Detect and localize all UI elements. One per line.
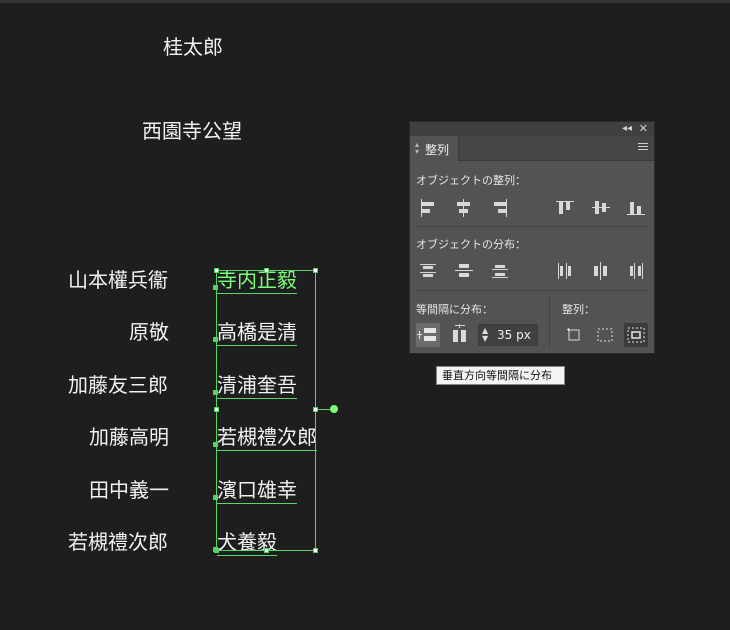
left-name-4[interactable]: 加藤高明 [89,425,169,449]
distribute-bottom-icon[interactable] [488,259,512,283]
left-name-5[interactable]: 田中義一 [89,478,169,502]
resize-handle-bottom[interactable] [264,548,269,553]
anchor-point[interactable] [213,442,218,447]
spacing-stepper[interactable]: ▲ ▼ [478,324,538,346]
text-saionji[interactable]: 西園寺公望 [142,119,242,143]
tab-align[interactable]: ▴ ▾ 整列 [410,136,459,161]
panel-header[interactable]: ◂◂ ✕ [410,122,654,136]
rotation-handle[interactable] [330,405,338,413]
left-name-6[interactable]: 若槻禮次郎 [68,530,168,554]
anchor-point[interactable] [213,547,218,552]
panel-divider [416,290,648,291]
resize-handle-bottom-right[interactable] [313,548,318,553]
distribute-left-icon[interactable] [553,259,577,283]
align-top-icon[interactable] [553,196,577,220]
spacing-input[interactable] [497,326,535,344]
distribute-vertical-center-icon[interactable] [452,259,476,283]
resize-handle-top-left[interactable] [214,268,219,273]
selection-bounding-box[interactable] [216,270,316,551]
align-bottom-icon[interactable] [624,196,648,220]
align-vertical-center-icon[interactable] [589,196,613,220]
resize-handle-top-right[interactable] [313,268,318,273]
anchor-point[interactable] [213,390,218,395]
left-name-3[interactable]: 加藤友三郎 [68,373,168,397]
distribute-objects-title: オブジェクトの分布： [416,238,526,251]
close-icon[interactable]: ✕ [639,122,648,136]
top-ruler [0,0,730,3]
tab-label: 整列 [425,143,450,157]
panel-tabbar: ▴ ▾ 整列 [410,136,654,161]
left-name-1[interactable]: 山本權兵衞 [68,268,168,292]
panel-vertical-divider [549,296,550,348]
align-to-title: 整列： [562,303,595,316]
vertical-distribute-space-icon[interactable] [416,323,440,347]
align-right-icon[interactable] [488,196,512,220]
distribute-right-icon[interactable] [624,259,648,283]
collapse-icon[interactable]: ◂◂ [622,122,632,136]
text-katsura[interactable]: 桂太郎 [163,35,223,59]
panel-divider [416,226,648,227]
align-panel: ◂◂ ✕ ▴ ▾ 整列 オブジェクトの整列： オブジェクトの分布： 等間隔に分布… [409,121,655,354]
stepper-arrows-icon[interactable]: ▲ ▼ [482,327,488,343]
distribute-horizontal-center-icon[interactable] [589,259,613,283]
distribute-top-icon[interactable] [416,259,440,283]
tab-expand-icon[interactable]: ▴ ▾ [415,141,419,156]
align-to-artboard-icon[interactable] [562,323,586,347]
align-objects-title: オブジェクトの整列： [416,174,526,187]
panel-menu-icon[interactable] [638,143,648,152]
anchor-point[interactable] [213,495,218,500]
align-horizontal-center-icon[interactable] [452,196,476,220]
tooltip: 垂直方向等間隔に分布 [436,366,565,385]
align-to-key-object-icon[interactable] [624,323,648,347]
left-name-2[interactable]: 原敬 [129,320,169,344]
horizontal-distribute-space-icon[interactable] [448,323,472,347]
resize-handle-top[interactable] [264,268,269,273]
align-left-icon[interactable] [416,196,440,220]
align-to-selection-icon[interactable] [593,323,617,347]
distribute-spacing-title: 等間隔に分布： [416,303,493,316]
resize-handle-left[interactable] [214,407,219,412]
anchor-point[interactable] [213,285,218,290]
anchor-point[interactable] [213,337,218,342]
